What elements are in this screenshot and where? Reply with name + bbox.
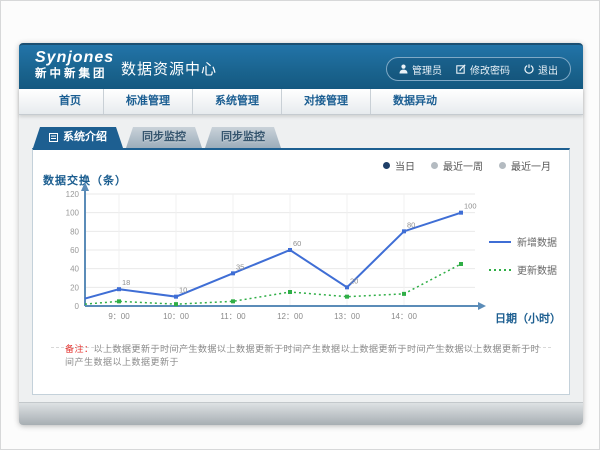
data-point: [231, 271, 235, 275]
footnote-prefix: 备注：: [65, 344, 94, 354]
nav-item-3[interactable]: 对接管理: [281, 89, 370, 114]
user-menu: 管理员 修改密码 退出: [386, 57, 571, 81]
nav-list: 首页标准管理系统管理对接管理数据异动: [19, 89, 583, 114]
range-selector: 当日 最近一周 最近一月: [383, 158, 551, 173]
chart-axes: [81, 182, 486, 310]
svg-text:18: 18: [122, 278, 130, 287]
radio-selected-icon: [383, 162, 390, 169]
tab-label: 系统介绍: [63, 127, 107, 148]
edit-icon: [456, 64, 466, 74]
radio-unselected-icon: [499, 162, 506, 169]
data-point: [288, 290, 292, 294]
nav-item-2[interactable]: 系统管理: [192, 89, 281, 114]
legend-label: 更新数据: [517, 262, 557, 277]
tab-label: 同步监控: [142, 127, 186, 148]
svg-text:11：00: 11：00: [220, 312, 246, 321]
range-option-label: 最近一周: [443, 158, 483, 173]
content-area: 系统介绍同步监控同步监控 当日最近一周最近一月 数据交换（条） 02040608…: [19, 115, 583, 403]
footnote: 备注：以上数据更新于时间产生数据以上数据更新于时间产生数据以上数据更新于时间产生…: [65, 342, 549, 368]
page-background: Synjones 新中新集团 数据资源中心 管理员 修改密: [0, 0, 600, 450]
nav-item-4[interactable]: 数据异动: [370, 89, 459, 114]
data-point: [345, 285, 349, 289]
data-point: [402, 292, 406, 296]
svg-text:10: 10: [179, 286, 187, 295]
change-password-button[interactable]: 修改密码: [456, 62, 510, 77]
legend-label: 新增数据: [517, 234, 557, 249]
document-icon: [49, 133, 58, 142]
legend-line-sample: [489, 239, 511, 245]
svg-text:35: 35: [236, 262, 244, 271]
main-nav: 首页标准管理系统管理对接管理数据异动: [19, 89, 583, 115]
range-option-2[interactable]: 最近一月: [499, 158, 551, 173]
nav-item-1[interactable]: 标准管理: [103, 89, 192, 114]
brand-logo-sub: 新中新集团: [35, 69, 114, 81]
user-icon: [399, 64, 408, 74]
nav-item-0[interactable]: 首页: [37, 89, 103, 114]
svg-text:80: 80: [407, 220, 415, 229]
window-footer: [19, 402, 583, 425]
svg-text:100: 100: [464, 202, 477, 211]
app-window: Synjones 新中新集团 数据资源中心 管理员 修改密: [19, 43, 583, 425]
brand-logo: Synjones 新中新集团: [35, 50, 114, 81]
data-point: [402, 229, 406, 233]
series-legend: 新增数据更新数据: [489, 234, 557, 277]
svg-text:13：00: 13：00: [334, 312, 360, 321]
svg-text:80: 80: [70, 227, 79, 236]
tab-sync-monitor-2[interactable]: 同步监控: [205, 127, 281, 148]
legend-line-sample: [489, 267, 511, 273]
legend-item-0: 新增数据: [489, 234, 557, 249]
tab-label: 同步监控: [221, 127, 265, 148]
power-icon: [524, 64, 534, 74]
data-point: [459, 211, 463, 215]
data-point: [231, 299, 235, 303]
data-point: [345, 295, 349, 299]
data-point: [288, 248, 292, 252]
x-axis-title: 日期（小时）: [495, 310, 561, 326]
svg-text:40: 40: [70, 265, 79, 274]
svg-text:100: 100: [66, 209, 80, 218]
data-point: [117, 299, 121, 303]
data-point: [459, 262, 463, 266]
range-option-0[interactable]: 当日: [383, 158, 415, 173]
svg-text:60: 60: [70, 246, 79, 255]
chart-panel: 当日最近一周最近一月 数据交换（条） 0204060801001209：0010…: [32, 148, 570, 395]
radio-unselected-icon: [431, 162, 438, 169]
line-chart: 0 20 40 60 80 100 120 9：00 10：00 11：00 12：00 13：00 1…: [49, 176, 529, 328]
footnote-text: 以上数据更新于时间产生数据以上数据更新于时间产生数据以上数据更新于时间产生数据以…: [65, 344, 540, 367]
data-point: [174, 302, 178, 306]
svg-text:12：00: 12：00: [277, 312, 303, 321]
change-password-label: 修改密码: [470, 62, 510, 77]
svg-text:0: 0: [75, 302, 80, 311]
user-name-label: 管理员: [412, 62, 442, 77]
range-option-1[interactable]: 最近一周: [431, 158, 483, 173]
range-option-label: 当日: [395, 158, 415, 173]
legend-item-1: 更新数据: [489, 262, 557, 277]
chart-grid: [85, 194, 475, 306]
svg-text:60: 60: [293, 239, 301, 248]
svg-text:10：00: 10：00: [163, 312, 189, 321]
page-title: 数据资源中心: [121, 45, 217, 91]
logout-button[interactable]: 退出: [524, 62, 558, 77]
svg-text:120: 120: [66, 190, 80, 199]
svg-text:9：00: 9：00: [108, 312, 130, 321]
svg-text:20: 20: [350, 276, 358, 285]
app-header: Synjones 新中新集团 数据资源中心 管理员 修改密: [19, 43, 583, 91]
data-point: [117, 287, 121, 291]
tab-bar: 系统介绍 同步监控 同步监控: [33, 127, 583, 148]
range-option-label: 最近一月: [511, 158, 551, 173]
tab-sync-monitor-1[interactable]: 同步监控: [126, 127, 202, 148]
svg-text:14：00: 14：00: [391, 312, 417, 321]
svg-text:20: 20: [70, 283, 79, 292]
logout-label: 退出: [538, 62, 558, 77]
brand-logo-text: Synjones: [35, 50, 114, 66]
tab-system-intro[interactable]: 系统介绍: [33, 127, 123, 148]
user-menu-admin[interactable]: 管理员: [399, 62, 442, 77]
data-point: [174, 295, 178, 299]
